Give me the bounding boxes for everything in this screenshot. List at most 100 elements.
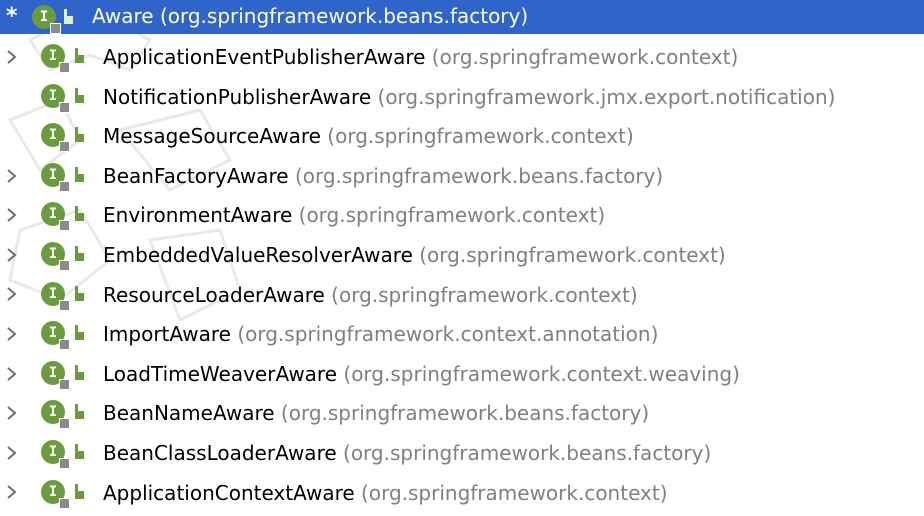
public-visibility-icon	[75, 404, 84, 420]
lock-icon	[59, 458, 70, 469]
lock-icon	[59, 141, 70, 153]
chevron-right-icon[interactable]	[4, 245, 20, 265]
interface-package: (org.springframework.context)	[327, 124, 634, 149]
interface-icon: I	[41, 479, 70, 509]
lock-icon	[59, 299, 70, 311]
interface-icon: I	[41, 44, 70, 73]
chevron-right-icon[interactable]	[4, 443, 20, 463]
lock-icon	[59, 220, 70, 232]
interface-icon: I	[41, 360, 70, 390]
lock-icon	[50, 23, 61, 34]
lock-icon	[59, 62, 70, 73]
tree-item-row[interactable]: I ResourceLoaderAware (org.springframewor…	[0, 275, 924, 315]
interface-name: MessageSourceAware	[103, 124, 321, 149]
public-visibility-icon	[75, 364, 84, 380]
interface-label: NotificationPublisherAware (org.springfr…	[103, 85, 835, 109]
tree-item-row[interactable]: I NotificationPublisherAware (org.springf…	[0, 77, 924, 117]
interface-package: (org.springframework.jmx.export.notifica…	[377, 84, 836, 109]
public-visibility-icon	[75, 206, 84, 222]
asterisk-icon: *	[6, 4, 18, 29]
root-interface-package: (org.springframework.beans.factory)	[159, 4, 529, 28]
interface-icon: I	[41, 440, 70, 469]
chevron-right-icon[interactable]	[4, 324, 20, 344]
tree-item-row[interactable]: I BeanFactoryAware (org.springframework.b…	[0, 156, 924, 196]
root-interface-label: Aware (org.springframework.beans.factory…	[92, 4, 528, 28]
tree-item-row[interactable]: I EnvironmentAware (org.springframework.c…	[0, 195, 924, 235]
chevron-right-icon[interactable]	[4, 166, 20, 186]
interface-icon: I	[41, 400, 70, 430]
public-visibility-icon	[75, 127, 84, 143]
interface-name: ImportAware	[103, 322, 231, 347]
public-visibility-icon	[75, 87, 84, 103]
type-hierarchy-tree: * I Aware (org.springframework.beans.fac…	[0, 0, 924, 509]
interface-package: (org.springframework.context)	[298, 203, 606, 228]
chevron-right-icon[interactable]	[4, 284, 20, 304]
interface-package: (org.springframework.beans.factory)	[280, 401, 650, 426]
interface-label: LoadTimeWeaverAware (org.springframework…	[103, 362, 740, 386]
interface-name: BeanNameAware	[103, 401, 275, 426]
interface-label: BeanFactoryAware (org.springframework.be…	[103, 164, 663, 188]
lock-icon	[59, 378, 70, 390]
tree-item-row[interactable]: I ApplicationEventPublisherAware (org.spr…	[0, 37, 924, 77]
tree-item-row[interactable]: I LoadTimeWeaverAware (org.springframewor…	[0, 354, 924, 394]
lock-icon	[59, 101, 70, 113]
interface-icon: I	[41, 202, 70, 232]
public-visibility-icon	[75, 444, 84, 459]
public-visibility-icon	[75, 166, 84, 182]
interface-package: (org.springframework.context)	[431, 45, 739, 69]
lock-icon	[59, 339, 70, 351]
interface-package: (org.springframework.context)	[419, 243, 726, 267]
tree-root-row[interactable]: * I Aware (org.springframework.beans.fac…	[0, 0, 924, 34]
interface-name: ApplicationContextAware	[103, 480, 355, 505]
interface-icon: I	[41, 281, 70, 311]
interface-package: (org.springframework.beans.factory)	[294, 163, 664, 188]
interface-label: MessageSourceAware (org.springframework.…	[103, 124, 634, 148]
tree-item-row[interactable]: I MessageSourceAware (org.springframework…	[0, 116, 924, 156]
interface-name: LoadTimeWeaverAware	[103, 361, 338, 386]
tree-item-row[interactable]: I EmbeddedValueResolverAware (org.springf…	[0, 235, 924, 275]
interface-label: EnvironmentAware (org.springframework.co…	[103, 203, 605, 227]
interface-label: EmbeddedValueResolverAware (org.springfr…	[103, 243, 726, 267]
root-interface-name: Aware	[92, 4, 154, 28]
interface-label: ApplicationEventPublisherAware (org.spri…	[103, 45, 738, 69]
chevron-right-icon[interactable]	[4, 403, 20, 423]
interface-package: (org.springframework.beans.factory)	[343, 441, 712, 465]
interface-name: BeanFactoryAware	[103, 163, 289, 188]
interface-package: (org.springframework.context)	[331, 282, 638, 307]
public-visibility-icon	[64, 9, 73, 24]
lock-icon	[59, 497, 70, 509]
interface-name: EnvironmentAware	[103, 203, 293, 228]
interface-label: BeanClassLoaderAware (org.springframewor…	[103, 441, 711, 465]
interface-icon: I	[41, 83, 70, 113]
interface-package: (org.springframework.context)	[361, 480, 668, 505]
tree-item-row[interactable]: I ApplicationContextAware (org.springfram…	[0, 473, 924, 513]
chevron-right-icon[interactable]	[4, 205, 20, 225]
interface-name: NotificationPublisherAware	[103, 84, 372, 109]
chevron-right-icon[interactable]	[4, 364, 20, 384]
interface-icon: I	[41, 162, 70, 192]
interface-icon: I	[41, 123, 70, 153]
interface-name: ApplicationEventPublisherAware	[103, 45, 426, 69]
lock-icon	[59, 418, 70, 430]
interface-label: ApplicationContextAware (org.springframe…	[103, 481, 668, 505]
tree-item-row[interactable]: I BeanClassLoaderAware (org.springframewo…	[0, 433, 924, 473]
tree-item-row[interactable]: I BeanNameAware (org.springframework.bean…	[0, 393, 924, 433]
interface-name: EmbeddedValueResolverAware	[103, 243, 413, 267]
interface-label: BeanNameAware (org.springframework.beans…	[103, 401, 649, 425]
interface-name: BeanClassLoaderAware	[103, 441, 337, 465]
interface-icon: I	[41, 321, 70, 351]
chevron-right-icon[interactable]	[4, 47, 20, 67]
lock-icon	[59, 180, 70, 192]
tree-item-row[interactable]: I ImportAware (org.springframework.contex…	[0, 314, 924, 354]
public-visibility-icon	[75, 483, 84, 499]
interface-name: ResourceLoaderAware	[103, 282, 325, 307]
interface-icon: I	[41, 242, 70, 271]
interface-label: ResourceLoaderAware (org.springframework…	[103, 283, 638, 307]
public-visibility-icon	[75, 285, 84, 301]
public-visibility-icon	[75, 325, 84, 341]
lock-icon	[59, 260, 70, 271]
public-visibility-icon	[75, 48, 84, 63]
chevron-right-icon[interactable]	[4, 482, 20, 502]
interface-label: ImportAware (org.springframework.context…	[103, 322, 658, 346]
interface-package: (org.springframework.context.annotation)	[237, 322, 659, 347]
